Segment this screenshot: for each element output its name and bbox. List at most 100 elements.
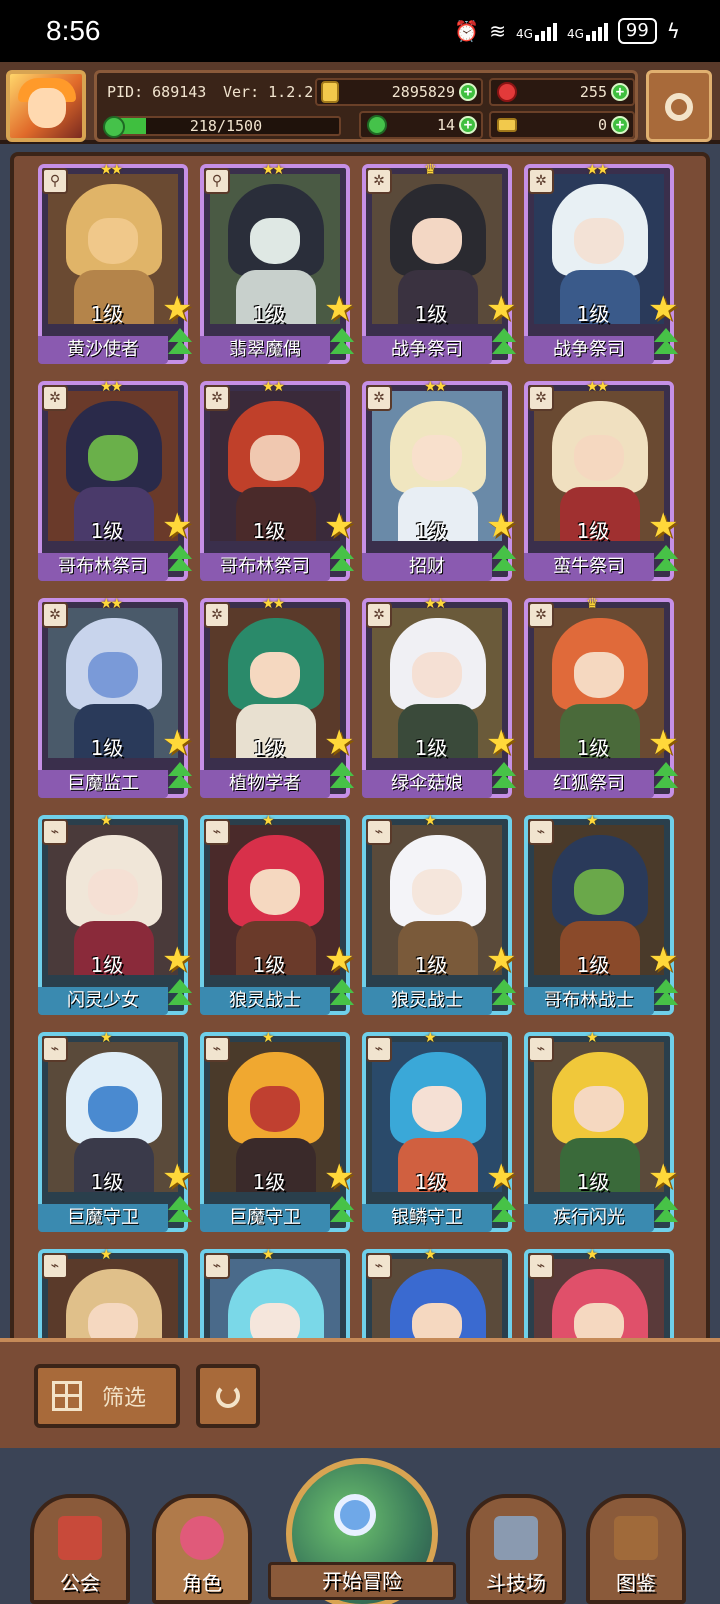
character-card[interactable]: ✲ ♛ 1级 ★ 战争祭司 bbox=[362, 162, 516, 364]
key-amount: 0 bbox=[597, 116, 607, 134]
level-up-arrow-icon[interactable] bbox=[490, 545, 518, 575]
level-up-arrow-icon[interactable] bbox=[166, 328, 194, 358]
level-up-arrow-icon[interactable] bbox=[166, 762, 194, 792]
refresh-button[interactable] bbox=[196, 1364, 260, 1428]
level-up-arrow-icon[interactable] bbox=[490, 979, 518, 1009]
character-card[interactable]: ✲ ★★ 1级 ★ 植物学者 bbox=[200, 596, 354, 798]
character-card[interactable]: ⌁ ★ 1级 ★ 哥布林战士 bbox=[524, 813, 678, 1015]
nav-start-adventure[interactable]: 开始冒险 bbox=[268, 1458, 456, 1604]
player-avatar[interactable] bbox=[6, 70, 86, 142]
star-upgrade-icon[interactable]: ★ bbox=[324, 509, 354, 543]
bottom-navigation: 公会 角色 开始冒险 斗技场 图鉴 bbox=[0, 1448, 720, 1604]
star-upgrade-icon[interactable]: ★ bbox=[648, 292, 678, 326]
add-key-button[interactable]: + bbox=[611, 116, 629, 134]
star-upgrade-icon[interactable]: ★ bbox=[324, 726, 354, 760]
character-card[interactable]: ✲ ★★ 1级 ★ 巨魔监工 bbox=[38, 596, 192, 798]
character-name: 闪灵少女 bbox=[38, 987, 168, 1015]
rarity-stars-icon: ★ bbox=[586, 813, 598, 829]
character-card[interactable]: ✲ ★★ 1级 ★ 战争祭司 bbox=[524, 162, 678, 364]
character-name: 招财 bbox=[362, 553, 492, 581]
add-gem-button[interactable]: + bbox=[611, 83, 629, 101]
character-card[interactable]: ✲ ★★ 1级 ★ 哥布林祭司 bbox=[200, 379, 354, 581]
level-up-arrow-icon[interactable] bbox=[328, 979, 356, 1009]
rarity-stars-icon: ★★ bbox=[586, 162, 609, 178]
star-upgrade-icon[interactable]: ★ bbox=[486, 1160, 516, 1194]
filter-button[interactable]: 筛选 bbox=[34, 1364, 180, 1428]
nav-character[interactable]: 角色 bbox=[152, 1494, 252, 1604]
star-upgrade-icon[interactable]: ★ bbox=[324, 292, 354, 326]
star-upgrade-icon[interactable]: ★ bbox=[486, 726, 516, 760]
character-level: 1级 bbox=[252, 953, 286, 977]
level-up-arrow-icon[interactable] bbox=[166, 1196, 194, 1226]
class-badge-icon: ✲ bbox=[366, 385, 392, 411]
level-up-arrow-icon[interactable] bbox=[652, 762, 680, 792]
rarity-stars-icon: ★★ bbox=[100, 379, 123, 395]
level-up-arrow-icon[interactable] bbox=[652, 328, 680, 358]
level-up-arrow-icon[interactable] bbox=[328, 762, 356, 792]
level-up-arrow-icon[interactable] bbox=[328, 1196, 356, 1226]
star-upgrade-icon[interactable]: ★ bbox=[162, 1160, 192, 1194]
gear-icon bbox=[665, 93, 693, 121]
character-card[interactable]: ⌁ ★ 1级 ★ 狼灵战士 bbox=[362, 813, 516, 1015]
star-upgrade-icon[interactable]: ★ bbox=[486, 509, 516, 543]
nav-arena[interactable]: 斗技场 bbox=[466, 1494, 566, 1604]
character-card[interactable]: ✲ ★★ 1级 ★ 招财 bbox=[362, 379, 516, 581]
clover-amount: 14 bbox=[436, 116, 455, 134]
class-badge-icon: ✲ bbox=[528, 602, 554, 628]
class-badge-icon: ⌁ bbox=[204, 1253, 230, 1279]
character-level: 1级 bbox=[252, 736, 286, 760]
character-name: 狼灵战士 bbox=[200, 987, 330, 1015]
character-face-icon bbox=[180, 1516, 224, 1560]
player-info-panel: PID: 689143 Ver: 1.2.2.0 2895829 + 255 + bbox=[94, 70, 638, 142]
level-up-arrow-icon[interactable] bbox=[328, 545, 356, 575]
star-upgrade-icon[interactable]: ★ bbox=[324, 943, 354, 977]
character-card[interactable]: ✲ ♛ 1级 ★ 红狐祭司 bbox=[524, 596, 678, 798]
class-badge-icon: ⚲ bbox=[204, 168, 230, 194]
class-badge-icon: ⌁ bbox=[528, 1253, 554, 1279]
signal-label-1: 4G bbox=[516, 27, 533, 41]
rarity-stars-icon: ★★ bbox=[262, 162, 285, 178]
star-upgrade-icon[interactable]: ★ bbox=[648, 943, 678, 977]
star-upgrade-icon[interactable]: ★ bbox=[162, 292, 192, 326]
level-up-arrow-icon[interactable] bbox=[166, 979, 194, 1009]
level-up-arrow-icon[interactable] bbox=[490, 1196, 518, 1226]
character-card[interactable]: ⌁ ★ 1级 ★ 银鳞守卫 bbox=[362, 1030, 516, 1232]
character-level: 1级 bbox=[576, 953, 610, 977]
character-card[interactable]: ⚲ ★★ 1级 ★ 黄沙使者 bbox=[38, 162, 192, 364]
star-upgrade-icon[interactable]: ★ bbox=[162, 943, 192, 977]
level-up-arrow-icon[interactable] bbox=[652, 545, 680, 575]
character-card[interactable]: ⌁ ★ 1级 ★ 巨魔守卫 bbox=[200, 1030, 354, 1232]
rarity-stars-icon: ♛ bbox=[586, 596, 598, 612]
nav-guild[interactable]: 公会 bbox=[30, 1494, 130, 1604]
character-card[interactable]: ✲ ★★ 1级 ★ 蛮牛祭司 bbox=[524, 379, 678, 581]
character-card[interactable]: ⚲ ★★ 1级 ★ 翡翠魔偶 bbox=[200, 162, 354, 364]
level-up-arrow-icon[interactable] bbox=[490, 328, 518, 358]
star-upgrade-icon[interactable]: ★ bbox=[324, 1160, 354, 1194]
character-card[interactable]: ✲ ★★ 1级 ★ 绿伞菇娘 bbox=[362, 596, 516, 798]
character-card[interactable]: ✲ ★★ 1级 ★ 哥布林祭司 bbox=[38, 379, 192, 581]
character-card[interactable]: ⌁ ★ 1级 ★ 疾行闪光 bbox=[524, 1030, 678, 1232]
nav-codex[interactable]: 图鉴 bbox=[586, 1494, 686, 1604]
add-gold-button[interactable]: + bbox=[459, 83, 477, 101]
star-upgrade-icon[interactable]: ★ bbox=[648, 726, 678, 760]
star-upgrade-icon[interactable]: ★ bbox=[486, 292, 516, 326]
settings-button[interactable] bbox=[646, 70, 712, 142]
class-badge-icon: ✲ bbox=[204, 602, 230, 628]
level-up-arrow-icon[interactable] bbox=[652, 1196, 680, 1226]
character-card[interactable]: ⌁ ★ 1级 ★ 狼灵战士 bbox=[200, 813, 354, 1015]
class-badge-icon: ⌁ bbox=[366, 1253, 392, 1279]
level-up-arrow-icon[interactable] bbox=[652, 979, 680, 1009]
rarity-stars-icon: ♛ bbox=[424, 162, 436, 178]
signal-icon-1: 4G bbox=[516, 21, 557, 41]
level-up-arrow-icon[interactable] bbox=[166, 545, 194, 575]
star-upgrade-icon[interactable]: ★ bbox=[162, 726, 192, 760]
level-up-arrow-icon[interactable] bbox=[490, 762, 518, 792]
add-clover-button[interactable]: + bbox=[459, 116, 477, 134]
character-card[interactable]: ⌁ ★ 1级 ★ 巨魔守卫 bbox=[38, 1030, 192, 1232]
star-upgrade-icon[interactable]: ★ bbox=[648, 1160, 678, 1194]
character-card[interactable]: ⌁ ★ 1级 ★ 闪灵少女 bbox=[38, 813, 192, 1015]
star-upgrade-icon[interactable]: ★ bbox=[648, 509, 678, 543]
star-upgrade-icon[interactable]: ★ bbox=[162, 509, 192, 543]
level-up-arrow-icon[interactable] bbox=[328, 328, 356, 358]
star-upgrade-icon[interactable]: ★ bbox=[486, 943, 516, 977]
